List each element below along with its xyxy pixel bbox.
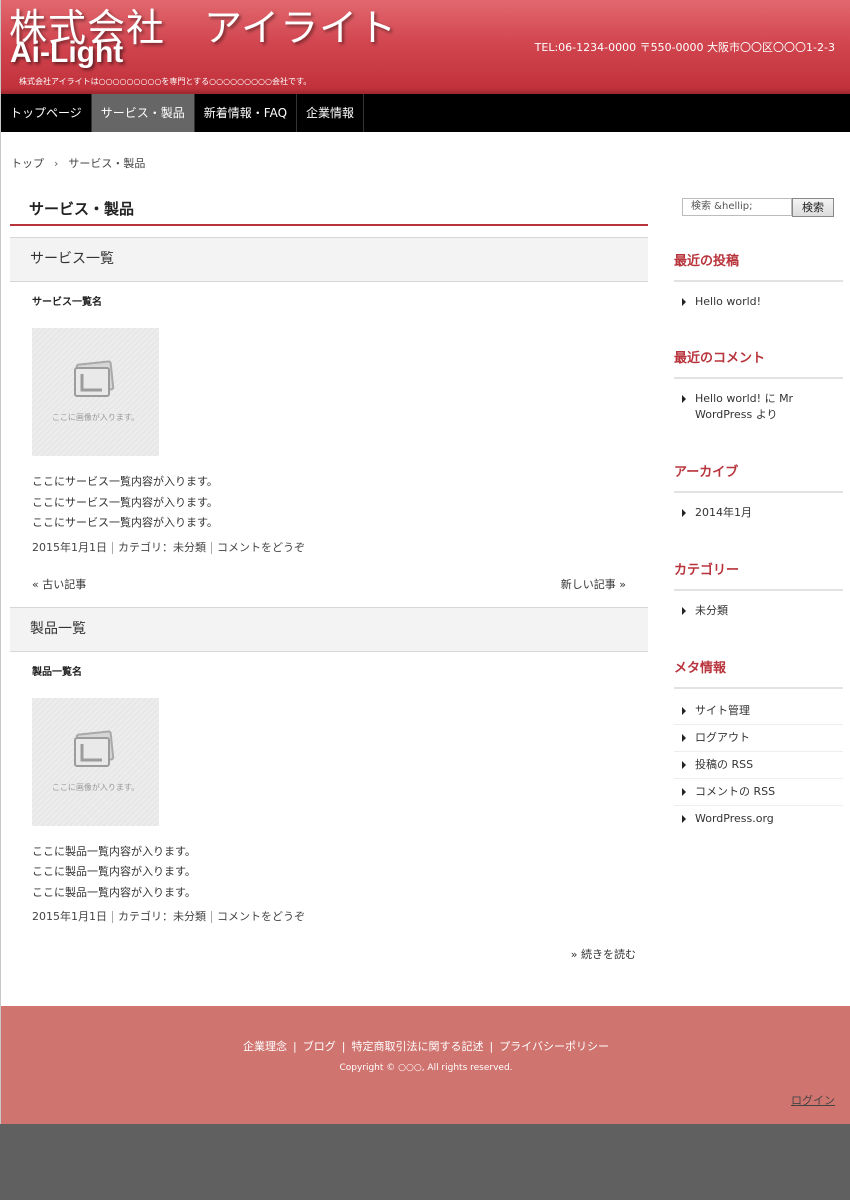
- nav-item-company[interactable]: 企業情報: [297, 94, 365, 132]
- post-thumbnail[interactable]: ここに画像が入ります。: [32, 328, 159, 456]
- meta-divider: [211, 541, 212, 554]
- meta-wordpress-org-link[interactable]: WordPress.org: [674, 806, 843, 832]
- recent-post-link[interactable]: Hello world!: [674, 294, 843, 310]
- breadcrumb: トップ › サービス・製品: [11, 155, 145, 171]
- footer-link-blog[interactable]: ブログ: [303, 1040, 336, 1053]
- widget-archives: アーカイブ 2014年1月: [674, 461, 843, 521]
- login-link[interactable]: ログイン: [791, 1092, 835, 1108]
- post-body: ここに製品一覧内容が入ります。 ここに製品一覧内容が入ります。 ここに製品一覧内…: [32, 842, 648, 904]
- meta-divider: [112, 911, 113, 923]
- post-date: 2015年1月1日: [32, 540, 107, 554]
- nav-item-services[interactable]: サービス・製品: [91, 94, 195, 132]
- post-title[interactable]: サービス一覧名: [32, 293, 648, 308]
- main-content: サービス・製品 サービス一覧 サービス一覧名 ここに画像が入ります。 ここにサー…: [10, 192, 648, 962]
- sidebar: 検索 &hellip; 検索 最近の投稿 Hello world! 最近のコメン…: [674, 198, 843, 832]
- global-nav: トップページ サービス・製品 新着情報・FAQ 企業情報: [1, 94, 850, 132]
- widget-title: メタ情報: [674, 657, 843, 689]
- widget-title: カテゴリー: [674, 559, 843, 591]
- meta-divider: [112, 541, 113, 554]
- post-category-link[interactable]: カテゴリ：未分類: [118, 541, 206, 554]
- footer-link-privacy[interactable]: プライバシーポリシー: [499, 1040, 609, 1053]
- breadcrumb-current: サービス・製品: [68, 157, 146, 170]
- widget-title: 最近の投稿: [674, 250, 843, 282]
- meta-site-admin-link[interactable]: サイト管理: [674, 698, 843, 725]
- breadcrumb-home[interactable]: トップ: [11, 157, 44, 170]
- image-placeholder-icon: [74, 360, 115, 397]
- post-body-line: ここに製品一覧内容が入ります。: [32, 844, 196, 858]
- post-comments-link[interactable]: コメントをどうぞ: [217, 541, 305, 554]
- section-heading: 製品一覧: [10, 606, 648, 652]
- footer-link-commerce-law[interactable]: 特定商取引法に関する記述: [351, 1040, 483, 1053]
- post-meta: 2015年1月1日 カテゴリ：未分類 コメントをどうぞ: [32, 539, 648, 555]
- footer-separator: |: [489, 1040, 494, 1053]
- section-heading: サービス一覧: [10, 237, 648, 282]
- footer-link-philosophy[interactable]: 企業理念: [243, 1040, 287, 1053]
- post-comments-link[interactable]: コメントをどうぞ: [217, 910, 305, 923]
- site-header: 株式会社 アイライト Ai-Light 株式会社アイライトは○○○○○○○○○を…: [1, 0, 850, 94]
- search-form: 検索 &hellip; 検索: [674, 198, 843, 218]
- meta-divider: [211, 911, 212, 923]
- meta-comments-rss-link[interactable]: コメントの RSS: [674, 779, 843, 806]
- meta-logout-link[interactable]: ログアウト: [674, 725, 843, 752]
- post-meta: 2015年1月1日 カテゴリ：未分類 コメントをどうぞ: [32, 908, 648, 924]
- archive-link[interactable]: 2014年1月: [674, 505, 843, 521]
- widget-title: アーカイブ: [674, 461, 843, 493]
- newer-posts-link[interactable]: 新しい記事 »: [561, 576, 626, 592]
- footer-separator: |: [293, 1040, 297, 1053]
- older-posts-link[interactable]: « 古い記事: [32, 576, 86, 592]
- footer-separator: |: [341, 1040, 346, 1053]
- nav-item-news-faq[interactable]: 新着情報・FAQ: [195, 94, 298, 132]
- search-button[interactable]: 検索: [792, 198, 834, 217]
- post-pager: « 古い記事 新しい記事 »: [10, 576, 648, 596]
- contact-info: TEL:06-1234-0000 〒550-0000 大阪市〇〇区〇〇〇1-2-…: [534, 41, 835, 54]
- post-body: ここにサービス一覧内容が入ります。 ここにサービス一覧内容が入ります。 ここにサ…: [32, 472, 648, 534]
- breadcrumb-separator: ›: [54, 157, 59, 170]
- meta-posts-rss-link[interactable]: 投稿の RSS: [674, 752, 843, 779]
- post-body-line: ここにサービス一覧内容が入ります。: [32, 495, 218, 509]
- recent-comment-line: WordPress より: [695, 408, 778, 421]
- site-title-en[interactable]: Ai-Light: [10, 36, 123, 70]
- widget-recent-posts: 最近の投稿 Hello world!: [674, 250, 843, 310]
- widget-recent-comments: 最近のコメント Hello world! に Mr WordPress より: [674, 347, 843, 423]
- widget-categories: カテゴリー 未分類: [674, 559, 843, 619]
- copyright: Copyright © ○○○, All rights reserved.: [339, 1063, 513, 1073]
- post-date: 2015年1月1日: [32, 910, 107, 923]
- recent-comment-line: Hello world! に Mr: [695, 392, 794, 405]
- post-body-line: ここに製品一覧内容が入ります。: [32, 885, 196, 899]
- image-placeholder-text: ここに画像が入ります。: [51, 413, 140, 422]
- post-body-line: ここにサービス一覧内容が入ります。: [32, 516, 218, 529]
- post-title[interactable]: 製品一覧名: [32, 663, 648, 678]
- image-placeholder-icon: [74, 729, 115, 767]
- footer-nav: 企業理念 | ブログ | 特定商取引法に関する記述 | プライバシーポリシー: [1, 1038, 850, 1054]
- recent-comment-link[interactable]: Hello world! に Mr WordPress より: [674, 391, 843, 423]
- read-more-link[interactable]: » 続きを読む: [10, 946, 648, 962]
- search-input[interactable]: 検索 &hellip;: [682, 198, 792, 216]
- page: 株式会社 アイライト Ai-Light 株式会社アイライトは○○○○○○○○○を…: [0, 0, 850, 1124]
- post-body-line: ここにサービス一覧内容が入ります。: [32, 475, 218, 488]
- page-title: サービス・製品: [10, 192, 648, 226]
- widget-meta: メタ情報 サイト管理 ログアウト 投稿の RSS コメントの RSS WordP…: [674, 657, 843, 832]
- image-placeholder-text: ここに画像が入ります。: [51, 782, 140, 792]
- site-footer: 企業理念 | ブログ | 特定商取引法に関する記述 | プライバシーポリシー Copyrig…: [1, 1006, 850, 1124]
- post-body-line: ここに製品一覧内容が入ります。: [32, 865, 196, 878]
- site-tagline: 株式会社アイライトは○○○○○○○○○を専門とする○○○○○○○○○会社です。: [19, 77, 312, 86]
- category-link[interactable]: 未分類: [674, 603, 843, 619]
- widget-title: 最近のコメント: [674, 347, 843, 379]
- post-thumbnail[interactable]: ここに画像が入ります。: [32, 697, 159, 826]
- nav-item-top[interactable]: トップページ: [1, 94, 92, 132]
- post-category-link[interactable]: カテゴリ：未分類: [118, 910, 206, 923]
